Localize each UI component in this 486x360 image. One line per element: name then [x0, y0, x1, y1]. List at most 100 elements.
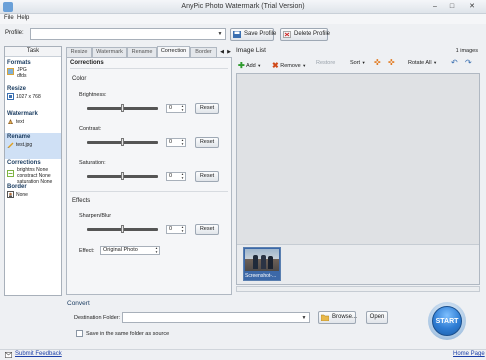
destination-label: Destination Folder: — [74, 315, 121, 321]
tab-border[interactable]: Border — [190, 47, 217, 57]
chevron-down-icon: ▼ — [433, 60, 438, 65]
minimize-button[interactable]: – — [428, 2, 442, 12]
sharpen-label: Sharpen/Blur — [79, 213, 112, 219]
image-preview-area[interactable]: Screenshot-... — [236, 73, 480, 285]
menu-file[interactable]: File — [4, 15, 14, 21]
divider — [70, 191, 228, 192]
spin-arrows-icon[interactable]: ▲ ▼ — [180, 138, 185, 146]
browse-button[interactable]: Browse... — [318, 311, 357, 324]
chevron-down-icon[interactable]: ▼ — [300, 314, 308, 322]
start-button[interactable]: START — [432, 306, 462, 336]
sort-label: Sort — [350, 60, 361, 66]
image-thumbnail[interactable]: Screenshot-... — [243, 247, 281, 281]
task-corrections[interactable]: Corrections brightns None constract None… — [5, 159, 61, 185]
rename-icon — [7, 142, 14, 148]
close-button[interactable]: ✕ — [463, 2, 481, 12]
task-rename[interactable]: Rename test.jpg — [5, 133, 61, 159]
tab-resize[interactable]: Resize — [66, 47, 92, 57]
convert-title: Convert — [67, 300, 90, 307]
brightness-stepper[interactable]: 0 ▲ ▼ — [166, 104, 186, 113]
task-rename-title: Rename — [7, 134, 31, 140]
task-watermark-value: text — [16, 118, 25, 125]
move-up-icon[interactable]: ✜ — [374, 58, 381, 67]
task-formats[interactable]: Formats JPG dfds — [5, 59, 61, 79]
effect-select[interactable]: Original Photo ▲ ▼ — [100, 246, 160, 255]
corrections-tab-body: Corrections Color Brightness: 0 ▲ ▼ Reset … — [66, 57, 232, 295]
effects-group-label: Effects — [72, 198, 91, 204]
task-resize[interactable]: Resize 1027 x 768 — [5, 85, 61, 100]
remove-button[interactable]: ✖ Remove ▼ — [272, 60, 306, 70]
profile-select[interactable]: ▼ — [30, 28, 226, 40]
home-page-link[interactable]: Home Page — [453, 351, 485, 357]
sharpen-reset-button[interactable]: Reset — [195, 224, 219, 235]
open-button[interactable]: Open — [366, 311, 388, 324]
thumbnail-label: Screenshot-... — [245, 273, 277, 279]
brightness-slider-thumb[interactable] — [121, 104, 124, 112]
menu-bar: File Help — [0, 14, 486, 24]
move-down-icon[interactable]: ✜ — [388, 58, 395, 67]
folder-icon — [321, 314, 329, 321]
spin-arrows-icon[interactable]: ▲ ▼ — [180, 104, 185, 112]
remove-label: Remove — [280, 63, 301, 69]
color-group-label: Color — [72, 76, 87, 82]
delete-profile-label: Delete Profile — [294, 31, 331, 37]
contrast-slider-thumb[interactable] — [121, 138, 124, 146]
add-button[interactable]: ✚ Add ▼ — [238, 60, 261, 70]
task-border[interactable]: Border None — [5, 183, 61, 198]
same-folder-checkbox[interactable] — [76, 330, 83, 337]
image-list-panel: Image List 1 images ✚ Add ▼ ✖ Remove ▼ R… — [234, 46, 482, 296]
saturation-value: 0 — [169, 173, 173, 179]
submit-feedback-link[interactable]: Submit Feedback — [15, 351, 62, 357]
sort-button[interactable]: Sort ▼ — [350, 60, 366, 66]
brightness-value: 0 — [169, 105, 173, 111]
saturation-slider-thumb[interactable] — [121, 172, 124, 180]
add-label: Add — [245, 63, 256, 69]
maximize-button[interactable]: □ — [445, 2, 459, 12]
spin-arrows-icon[interactable]: ▲ ▼ — [180, 172, 185, 180]
tab-watermark[interactable]: Watermark — [92, 47, 127, 57]
tab-scroll-right-icon[interactable]: ▶ — [226, 48, 232, 56]
spin-arrows-icon[interactable]: ▲ ▼ — [180, 225, 185, 233]
task-watermark[interactable]: Watermark text — [5, 110, 61, 125]
task-rename-value: test.jpg — [16, 141, 33, 148]
horizontal-scrollbar[interactable] — [236, 286, 480, 292]
image-list-header: Image List 1 images — [234, 46, 482, 56]
tab-correction[interactable]: Correction — [157, 46, 190, 57]
restore-button[interactable]: Restore — [316, 60, 335, 66]
save-icon — [233, 31, 241, 38]
image-format-icon — [7, 68, 14, 75]
start-button-ring: START — [428, 302, 466, 340]
saturation-stepper[interactable]: 0 ▲ ▼ — [166, 172, 186, 181]
image-list-title: Image List — [236, 47, 266, 54]
plus-icon: ✚ — [238, 61, 245, 70]
image-count: 1 images — [455, 48, 478, 54]
rotate-left-icon[interactable]: ↶ — [451, 58, 458, 67]
brightness-label: Brightness: — [79, 92, 107, 98]
task-resize-value: 1027 x 768 — [16, 93, 41, 100]
task-resize-title: Resize — [7, 86, 27, 92]
settings-panel: Resize Watermark Rename Correction Borde… — [64, 46, 232, 296]
sharpen-slider-thumb[interactable] — [121, 225, 124, 233]
rotate-all-button[interactable]: Rotate All ▼ — [408, 60, 437, 66]
contrast-stepper[interactable]: 0 ▲ ▼ — [166, 138, 186, 147]
destination-folder-input[interactable]: ▼ — [122, 312, 310, 323]
contrast-value: 0 — [169, 139, 173, 145]
save-profile-label: Save Profile — [244, 31, 277, 37]
rotate-right-icon[interactable]: ↷ — [465, 58, 472, 67]
thumbnail-strip: Screenshot-... — [237, 244, 479, 284]
brightness-reset-button[interactable]: Reset — [195, 103, 219, 114]
tab-rename[interactable]: Rename — [127, 47, 157, 57]
sharpen-stepper[interactable]: 0 ▲ ▼ — [166, 225, 186, 234]
delete-profile-button[interactable]: Delete Profile — [280, 28, 331, 41]
saturation-reset-button[interactable]: Reset — [195, 171, 219, 182]
save-profile-button[interactable]: Save Profile — [230, 28, 277, 41]
menu-help[interactable]: Help — [17, 15, 29, 21]
chevron-down-icon: ▼ — [361, 60, 366, 65]
task-border-value: None — [16, 191, 28, 198]
settings-tabs: Resize Watermark Rename Correction Borde… — [66, 46, 232, 57]
mail-icon — [5, 352, 12, 358]
tab-scroll-left-icon[interactable]: ◀ — [219, 48, 225, 56]
person-figure — [261, 255, 266, 269]
contrast-reset-button[interactable]: Reset — [195, 137, 219, 148]
task-panel: Task Formats JPG dfds Resize 1027 x 768 … — [4, 46, 62, 296]
